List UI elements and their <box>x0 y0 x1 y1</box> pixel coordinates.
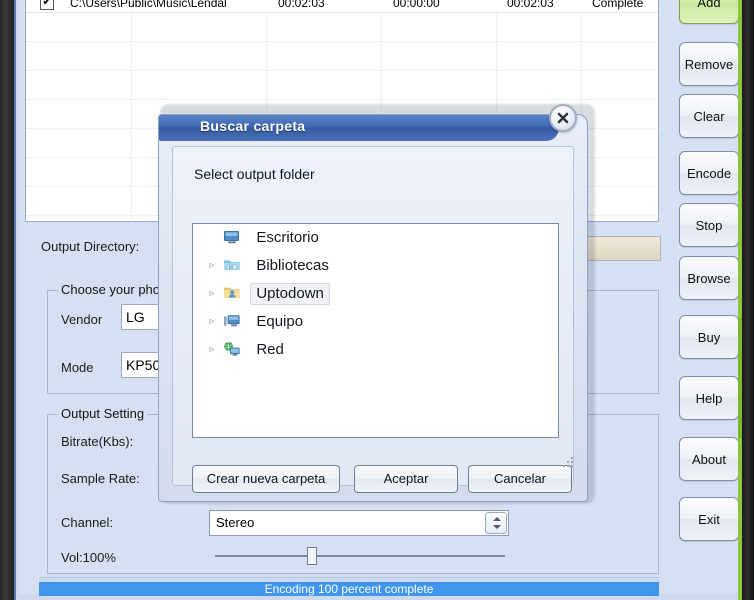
list-item[interactable] <box>26 13 658 42</box>
channel-select-value: Stereo <box>216 515 255 530</box>
channel-label: Channel: <box>61 515 114 530</box>
chevron-right-icon: ▹ <box>205 224 219 252</box>
tree-item-label: Equipo <box>256 313 304 331</box>
tree-item-uptodown[interactable]: ▹ Uptodown <box>193 280 558 308</box>
chevron-updown-icon[interactable] <box>485 512 507 534</box>
accept-button[interactable]: Aceptar <box>354 465 458 493</box>
buy-button[interactable]: Buy <box>679 315 739 359</box>
user-folder-icon <box>223 283 241 299</box>
mode-label: Mode <box>61 360 94 375</box>
cell-start: 00:00:00 <box>393 0 440 10</box>
tree-item-bibliotecas[interactable]: ▹ Bibliotecas <box>193 252 558 280</box>
sample-rate-label: Sample Rate: <box>61 471 140 486</box>
list-item[interactable] <box>26 42 658 71</box>
stop-button[interactable]: Stop <box>679 203 739 247</box>
cell-end: 00:02:03 <box>507 0 554 10</box>
tree-item-label: Red <box>256 341 284 359</box>
cell-file-path: C:\Users\Public\Music\Lendal <box>70 0 227 10</box>
new-folder-button[interactable]: Crear nueva carpeta <box>192 465 340 493</box>
tree-item-label: Bibliotecas <box>256 257 329 275</box>
action-button-column: Add Remove Clear Encode Stop Browse Buy … <box>665 0 749 596</box>
list-item[interactable] <box>26 71 658 100</box>
new-folder-button-label: Crear nueva carpeta <box>206 471 326 486</box>
resize-grip[interactable] <box>563 457 575 469</box>
tree-item-label: Uptodown <box>250 283 330 306</box>
cell-status: Complete <box>592 0 644 10</box>
computer-icon <box>223 311 241 327</box>
clear-button[interactable]: Clear <box>679 94 739 138</box>
dialog-prompt: Select output folder <box>194 166 315 182</box>
status-bar: Encoding 100 percent complete <box>39 582 659 596</box>
libraries-folder-icon <box>223 255 241 271</box>
green-accent-edge-lower <box>738 318 742 438</box>
channel-select[interactable]: Stereo <box>209 510 509 536</box>
chevron-right-icon[interactable]: ▹ <box>205 308 219 336</box>
tree-item-label: Escritorio <box>256 229 319 247</box>
tree-item-equipo[interactable]: ▹ Equipo <box>193 308 558 336</box>
output-directory-label: Output Directory: <box>41 239 140 254</box>
folder-tree[interactable]: ▹ Escritorio ▹ <box>192 223 559 438</box>
chevron-right-icon[interactable]: ▹ <box>205 336 219 364</box>
accept-button-label: Aceptar <box>383 471 429 486</box>
tree-item-escritorio[interactable]: ▹ Escritorio <box>193 224 558 252</box>
desktop-left-edge <box>0 0 14 600</box>
chevron-right-icon[interactable]: ▹ <box>205 252 219 280</box>
browse-button[interactable]: Browse <box>679 256 739 300</box>
exit-button[interactable]: Exit <box>679 497 739 541</box>
screenshot-root: ✔ C:\Users\Public\Music\Lendal 00:02:03 … <box>0 0 754 600</box>
add-button[interactable]: Add <box>679 0 739 24</box>
table-row[interactable]: ✔ C:\Users\Public\Music\Lendal 00:02:03 … <box>26 0 658 13</box>
vendor-label: Vendor <box>61 312 103 327</box>
volume-slider-thumb[interactable] <box>307 547 317 565</box>
cell-duration: 00:02:03 <box>278 0 325 10</box>
dialog-title: Buscar carpeta <box>200 118 306 134</box>
cancel-button-label: Cancelar <box>493 471 547 486</box>
chevron-right-icon[interactable]: ▹ <box>205 280 219 308</box>
monitor-icon <box>223 227 241 244</box>
folder-browser-dialog: Buscar carpeta Select output folder ▹ <box>158 100 595 504</box>
network-globe-icon <box>223 339 241 356</box>
encode-button[interactable]: Encode <box>679 151 739 195</box>
close-icon[interactable] <box>549 104 577 132</box>
volume-label: Vol:100% <box>61 550 116 565</box>
help-button[interactable]: Help <box>679 376 739 420</box>
green-accent-edge <box>738 0 742 600</box>
row-checkbox[interactable]: ✔ <box>40 0 54 10</box>
volume-slider-track[interactable] <box>215 555 505 557</box>
about-button[interactable]: About <box>679 437 739 481</box>
bitrate-label: Bitrate(Kbs): <box>61 434 134 449</box>
remove-button[interactable]: Remove <box>679 42 739 86</box>
output-setting-title: Output Setting <box>58 406 148 421</box>
tree-item-red[interactable]: ▹ Red <box>193 336 558 364</box>
cancel-button[interactable]: Cancelar <box>468 465 572 493</box>
